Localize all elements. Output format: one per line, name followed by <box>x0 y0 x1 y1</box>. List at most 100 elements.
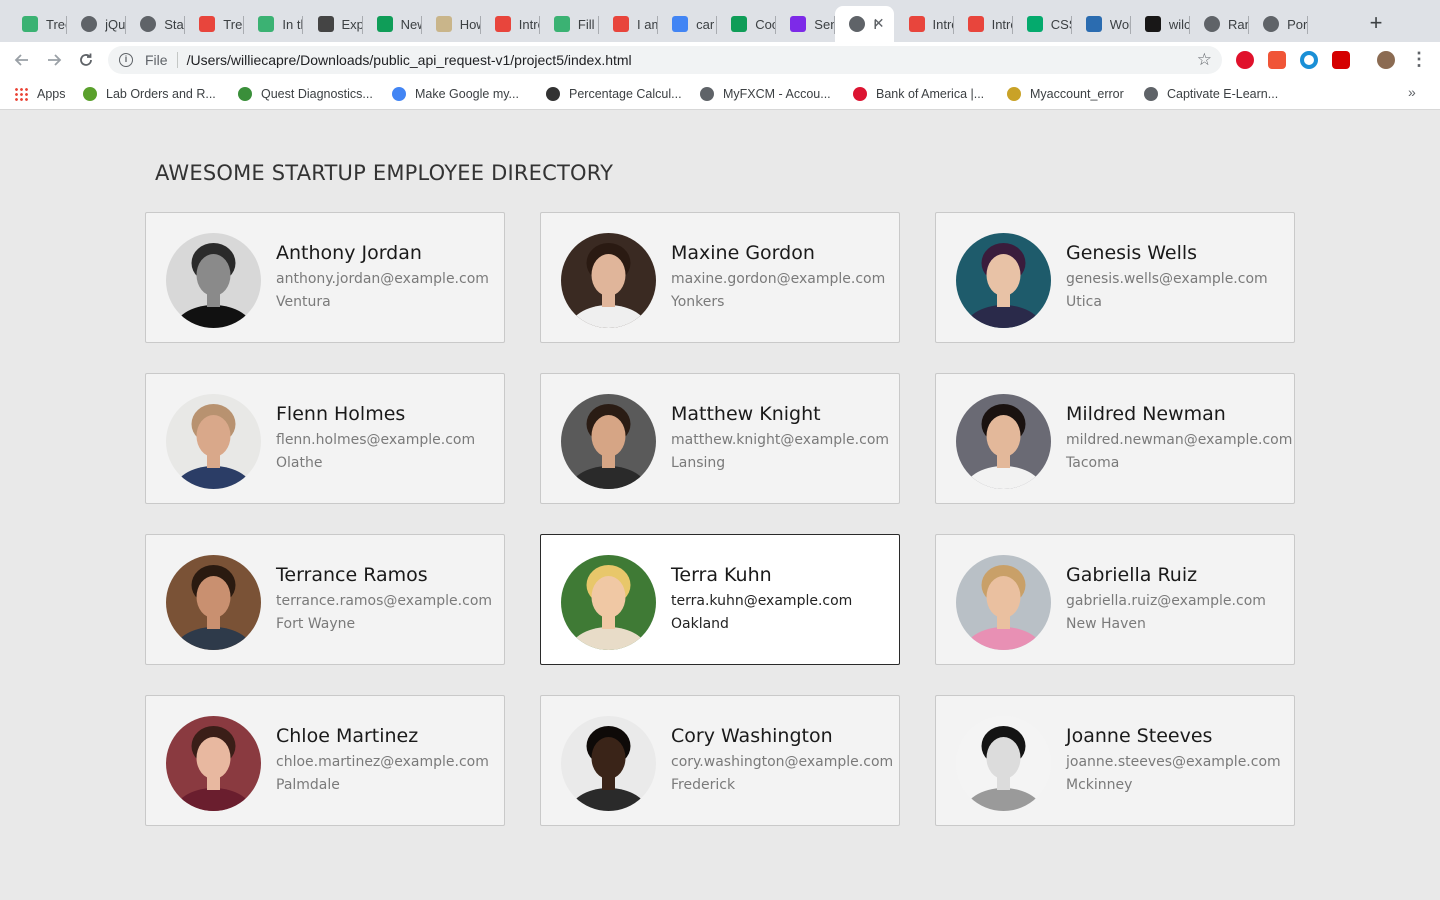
bookmark-4[interactable]: Percentage Calcul... <box>546 84 682 104</box>
employee-card[interactable]: Terra Kuhn terra.kuhn@example.com Oakland <box>540 534 900 665</box>
employee-city: Mckinney <box>1066 777 1133 793</box>
reload-button[interactable] <box>74 48 98 72</box>
bookmark-6[interactable]: Bank of America |... <box>853 84 984 104</box>
address-divider <box>176 52 178 68</box>
pdf-icon[interactable] <box>1268 51 1286 69</box>
tab-12[interactable]: Coo <box>717 6 777 42</box>
tab-label: Coo <box>755 16 777 32</box>
globe-icon <box>1204 16 1220 32</box>
tab-9[interactable]: Fill i <box>540 6 599 42</box>
red-box-icon[interactable] <box>1332 51 1350 69</box>
tab-6[interactable]: New <box>363 6 422 42</box>
tab-18[interactable]: Wor <box>1072 6 1131 42</box>
globe-icon <box>1263 16 1280 32</box>
employee-card[interactable]: Maxine Gordon maxine.gordon@example.com Yo… <box>540 212 900 343</box>
employee-avatar <box>561 233 656 328</box>
tab-20[interactable]: Ran <box>1190 6 1250 42</box>
tab-13[interactable]: Sen <box>776 6 836 42</box>
employee-email: anthony.jordan@example.com <box>276 271 489 287</box>
tab-19[interactable]: wilc <box>1131 6 1190 42</box>
employee-email: terrance.ramos@example.com <box>276 593 493 609</box>
bookmark-5[interactable]: MyFXCM - Accou... <box>700 84 831 104</box>
apps-grid-icon <box>14 87 28 101</box>
employee-email: flenn.holmes@example.com <box>276 432 476 448</box>
tab-10[interactable]: I am <box>599 6 659 42</box>
bookmark-2[interactable]: Quest Diagnostics... <box>238 84 373 104</box>
green-leaf-icon <box>258 16 275 32</box>
employee-city: New Haven <box>1066 616 1146 632</box>
employee-avatar <box>956 716 1051 811</box>
employee-name: Chloe Martinez <box>276 725 419 747</box>
bookmark-label: Make Google my... <box>415 87 519 101</box>
tab-label: Intro <box>991 16 1013 32</box>
tab-21[interactable]: Por <box>1249 6 1309 42</box>
tab-16[interactable]: Intro <box>954 6 1013 42</box>
profile-avatar[interactable] <box>1377 51 1395 69</box>
employee-card[interactable]: Chloe Martinez chloe.martinez@example.com… <box>145 695 505 826</box>
number-20-icon <box>494 16 511 32</box>
employee-card[interactable]: Flenn Holmes flenn.holmes@example.com Olat… <box>145 373 505 504</box>
tab-14[interactable]: I ✕ <box>835 6 895 42</box>
bookmark-label: Captivate E-Learn... <box>1167 87 1279 101</box>
employee-card[interactable]: Cory Washington cory.washington@example.c… <box>540 695 900 826</box>
google-g-icon <box>392 87 406 101</box>
tab-3[interactable]: Tree <box>185 6 245 42</box>
employee-card[interactable]: Matthew Knight matthew.knight@example.com… <box>540 373 900 504</box>
tab-2[interactable]: Star <box>126 6 186 42</box>
bookmark-7[interactable]: Myaccount_error <box>1007 84 1124 104</box>
tab-label: car <box>696 16 715 32</box>
employee-email: maxine.gordon@example.com <box>671 271 886 287</box>
opera-icon[interactable] <box>1236 51 1254 69</box>
quest-icon <box>238 87 252 101</box>
ring-icon[interactable] <box>1300 51 1318 69</box>
tab-8[interactable]: Intro <box>481 6 540 42</box>
new-tab-button[interactable]: + <box>1364 12 1388 36</box>
tab-5[interactable]: Exp <box>304 6 363 42</box>
employee-avatar <box>561 716 656 811</box>
tab-4[interactable]: In th <box>244 6 304 42</box>
employee-email: mildred.newman@example.com <box>1066 432 1293 448</box>
tab-label: Tree <box>46 16 67 32</box>
person-photo-icon <box>561 394 656 489</box>
bookmark-8[interactable]: Captivate E-Learn... <box>1144 84 1278 104</box>
close-tab-icon[interactable]: ✕ <box>873 15 885 32</box>
address-bar[interactable]: i File /Users/williecapre/Downloads/publ… <box>108 46 1222 74</box>
tab-strip: Tree jQue Star Tree In th Exp New How Intro Fill … <box>0 0 1440 42</box>
employee-card[interactable]: Joanne Steeves joanne.steeves@example.com… <box>935 695 1295 826</box>
employee-email: matthew.knight@example.com <box>671 432 890 448</box>
bookmark-label: Percentage Calcul... <box>569 87 682 101</box>
bookmark-0[interactable]: Apps <box>14 84 66 104</box>
bookmark-3[interactable]: Make Google my... <box>392 84 519 104</box>
tab-label: jQue <box>105 16 126 32</box>
browser-menu-icon[interactable]: ⋮ <box>1410 50 1428 70</box>
employee-card[interactable]: Anthony Jordan anthony.jordan@example.com… <box>145 212 505 343</box>
employee-card[interactable]: Mildred Newman mildred.newman@example.com… <box>935 373 1295 504</box>
tab-0[interactable]: Tree <box>8 6 68 42</box>
tab-7[interactable]: How <box>422 6 481 42</box>
employee-email: genesis.wells@example.com <box>1066 271 1268 287</box>
employee-name: Anthony Jordan <box>276 242 422 264</box>
bee-icon <box>1007 87 1021 101</box>
employee-email: joanne.steeves@example.com <box>1066 754 1281 770</box>
bookmark-1[interactable]: Lab Orders and R... <box>83 84 216 104</box>
employee-name: Mildred Newman <box>1066 403 1226 425</box>
person-photo-icon <box>561 555 656 650</box>
employee-card[interactable]: Genesis Wells genesis.wells@example.com Ut… <box>935 212 1295 343</box>
tab-1[interactable]: jQue <box>67 6 127 42</box>
employee-email: cory.washington@example.com <box>671 754 894 770</box>
site-info-icon[interactable]: i <box>119 53 133 67</box>
more-bookmarks-icon[interactable]: » <box>1408 84 1416 100</box>
employee-city: Olathe <box>276 455 323 471</box>
tab-15[interactable]: Intro <box>895 6 954 42</box>
employee-card[interactable]: Gabriella Ruiz gabriella.ruiz@example.com… <box>935 534 1295 665</box>
forward-button[interactable] <box>42 48 66 72</box>
employee-name: Joanne Steeves <box>1066 725 1213 747</box>
toolbar: i File /Users/williecapre/Downloads/publ… <box>0 42 1440 78</box>
person-photo-icon <box>166 233 261 328</box>
person-photo-icon <box>956 716 1051 811</box>
bookmark-star-icon[interactable]: ☆ <box>1197 50 1212 70</box>
employee-card[interactable]: Terrance Ramos terrance.ramos@example.com… <box>145 534 505 665</box>
tab-11[interactable]: car <box>658 6 718 42</box>
back-button[interactable] <box>10 48 34 72</box>
tab-17[interactable]: CSS <box>1013 6 1072 42</box>
